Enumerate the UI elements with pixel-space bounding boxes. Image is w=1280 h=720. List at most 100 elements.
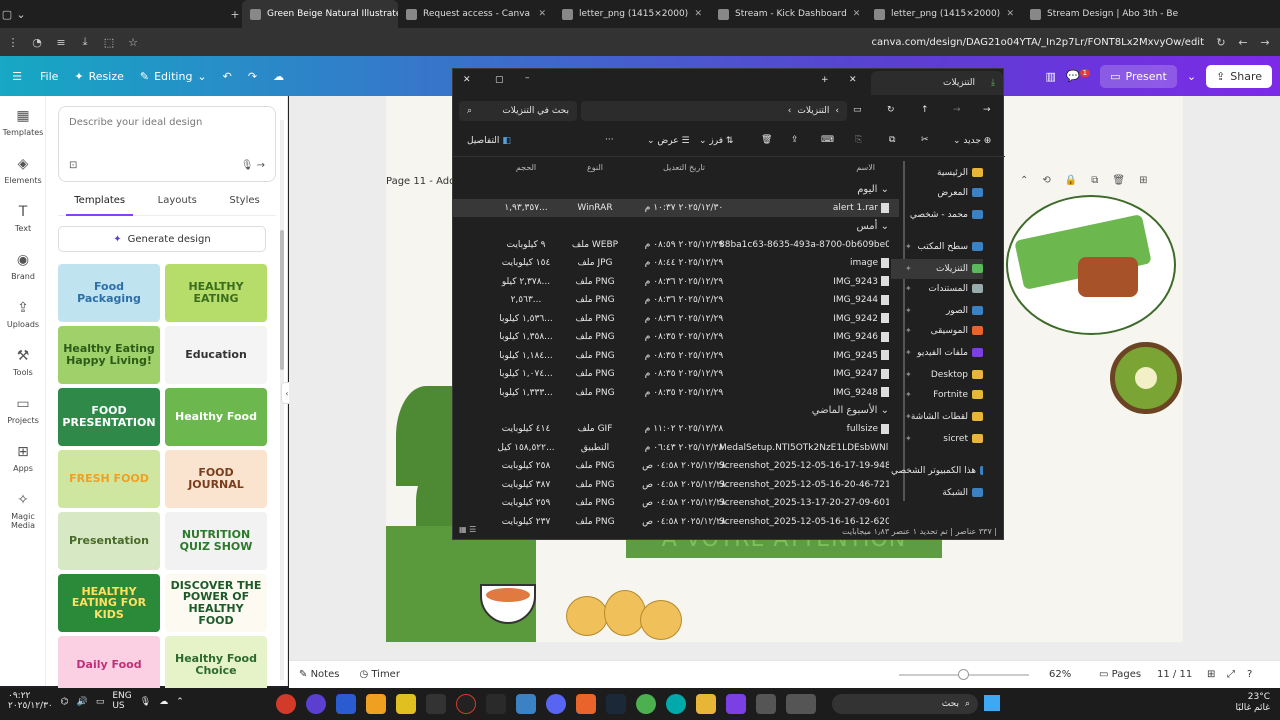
column-type[interactable]: النوع	[565, 159, 625, 177]
notes-button[interactable]: ✎ Notes	[299, 669, 339, 680]
maximize-icon[interactable]: ▢	[495, 75, 504, 85]
tab-styles[interactable]: Styles	[221, 192, 267, 216]
template-thumbnail[interactable]: HEALTHY EATING	[165, 264, 267, 322]
rail-item-tools[interactable]: ⚒ Tools	[0, 348, 46, 377]
app-icon[interactable]	[276, 694, 296, 714]
column-size[interactable]: الحجم	[491, 159, 561, 177]
nav-item[interactable]: محمد - شخصي	[891, 205, 983, 225]
microphone-icon[interactable]: 🎙	[241, 160, 254, 171]
group-header[interactable]: الأسبوع الماضي ⌄	[453, 402, 899, 420]
up-icon[interactable]: ↑	[921, 105, 929, 115]
tools-icon[interactable]: ◔	[30, 35, 44, 49]
extension-icon[interactable]: ⬚	[102, 35, 116, 49]
back-icon[interactable]: →	[983, 105, 991, 115]
file-row[interactable]: IMG_9246 ٢٠٢٥/١٢/٢٩ ٠٨:٣٥ م ملف PNG ١,٣٥٨ ك…	[453, 328, 899, 346]
redo-button[interactable]: ↷	[248, 70, 257, 83]
zoom-percent[interactable]: 62%	[1049, 669, 1071, 680]
close-icon[interactable]: ✕	[853, 9, 861, 19]
file-row[interactable]: MedalSetup.NTI5OTk2NzE1LDEsbWNlbH...٢٠٢٥…	[453, 439, 899, 457]
tab-search-icon[interactable]: ▢	[0, 7, 14, 21]
rail-item-templates[interactable]: ▦ Templates	[0, 108, 46, 137]
nav-item[interactable]: الشبكة	[891, 483, 983, 503]
app-icon[interactable]	[666, 694, 686, 714]
template-thumbnail[interactable]: Healthy Eating Happy Living!	[58, 326, 160, 384]
present-dropdown[interactable]: ⌄	[1187, 70, 1196, 83]
close-icon[interactable]: ✕	[694, 9, 702, 19]
browser-tab[interactable]: Request access - Canva ✕	[398, 0, 554, 28]
rail-item-brand[interactable]: ◉ Brand	[0, 252, 46, 281]
rail-item-uploads[interactable]: ⇪ Uploads	[0, 300, 46, 329]
add-page-icon[interactable]: ⊞	[1139, 175, 1147, 186]
explorer-tab[interactable]: التنزيلات ⤓	[871, 71, 1003, 95]
details-button[interactable]: التفاصيل ◧	[467, 136, 511, 146]
cut-icon[interactable]: ✂	[921, 135, 929, 145]
rename-icon[interactable]: ⌨	[821, 135, 834, 145]
forward-icon[interactable]: →	[1258, 35, 1272, 49]
rail-item-apps[interactable]: ⊞ Apps	[0, 444, 46, 473]
explorer-search[interactable]: بحث في التنزيلات ⌕	[459, 101, 577, 121]
chevron-up-icon[interactable]: ⌃	[176, 697, 184, 707]
template-thumbnail[interactable]: Food Packaging	[58, 264, 160, 322]
browser-tab[interactable]: Stream Design | Abo 3th - Behance✕	[1022, 0, 1178, 28]
present-button[interactable]: ▭ Present	[1100, 64, 1177, 88]
close-icon[interactable]: ✕	[1006, 9, 1014, 19]
template-thumbnail[interactable]: FRESH FOOD	[58, 450, 160, 508]
pages-button[interactable]: ▭ Pages	[1099, 669, 1141, 680]
nav-item[interactable]: الرئيسية	[891, 163, 983, 183]
language-indicator[interactable]: ENG US	[112, 691, 131, 712]
app-icon[interactable]	[786, 694, 816, 714]
app-icon[interactable]	[306, 694, 326, 714]
menu-icon[interactable]: ⋮	[6, 35, 20, 49]
download-icon[interactable]: ⤓	[78, 35, 92, 49]
template-thumbnail[interactable]: NUTRITION QUIZ SHOW	[165, 512, 267, 570]
app-icon[interactable]	[486, 694, 506, 714]
more-icon[interactable]: ···	[605, 135, 614, 145]
file-row[interactable]: Screenshot_2025-13-17-20-27-09-601 ٢٠٢٥/١…	[453, 494, 899, 512]
app-icon[interactable]	[396, 694, 416, 714]
view-toggle-icons[interactable]: ▦ ☰	[459, 525, 476, 534]
panel-scroll-thumb[interactable]	[280, 230, 284, 370]
file-row[interactable]: Screenshot_2025-12-05-16-20-46-721 ٢٠٢٥/١…	[453, 476, 899, 494]
app-icon[interactable]	[366, 694, 386, 714]
battery-icon[interactable]: ▭	[96, 697, 105, 707]
template-thumbnail[interactable]: Education	[165, 326, 267, 384]
app-icon[interactable]	[576, 694, 596, 714]
app-icon[interactable]	[726, 694, 746, 714]
new-button[interactable]: ⌄ جديد ⊕	[953, 136, 991, 146]
duplicate-icon[interactable]: ⧉	[1091, 175, 1098, 186]
image-upload-icon[interactable]: ⊡	[69, 160, 77, 171]
close-icon[interactable]: ✕	[538, 9, 546, 19]
generate-design-button[interactable]: ✦ Generate design	[58, 226, 266, 252]
sort-button[interactable]: ⌄ فرز ⇅	[699, 136, 733, 146]
submit-arrow-icon[interactable]: →	[257, 160, 265, 171]
timer-button[interactable]: ◷ Timer	[359, 669, 400, 680]
copy-icon[interactable]: ⧉	[889, 135, 895, 145]
lock-icon[interactable]: 🔒	[1065, 175, 1077, 186]
group-header[interactable]: اليوم ⌄	[453, 181, 899, 199]
minimize-icon[interactable]: –	[525, 73, 530, 83]
cloud-icon[interactable]: ☁	[159, 697, 168, 707]
weather-widget[interactable]: 23°C غائم غالبًا	[1236, 692, 1270, 714]
new-tab-icon[interactable]: +	[821, 75, 829, 85]
app-icon[interactable]	[696, 694, 716, 714]
rail-item-magic-media[interactable]: ✧ Magic Media	[0, 492, 46, 530]
analytics-icon[interactable]: ▥	[1046, 70, 1056, 83]
refresh-icon[interactable]: ↻	[887, 105, 895, 115]
volume-icon[interactable]: 🔊	[77, 697, 88, 707]
grid-view-icon[interactable]: ⊞	[1207, 669, 1215, 680]
group-header[interactable]: أمس ⌄	[453, 218, 899, 236]
app-icon[interactable]	[456, 694, 476, 714]
comments-icon[interactable]: 💬 1	[1066, 69, 1091, 83]
microphone-icon[interactable]: 🎙	[140, 697, 151, 707]
forward-icon[interactable]: →	[953, 105, 961, 115]
delete-icon[interactable]: 🗑	[1112, 175, 1125, 186]
nav-item[interactable]: هذا الكمبيوتر الشخصي	[891, 461, 983, 481]
file-row[interactable]: IMG_9247 ٢٠٢٥/١٢/٢٩ ٠٨:٣٥ م ملف PNG ١,٠٧٤ ك…	[453, 365, 899, 383]
template-thumbnail[interactable]: Daily Food	[58, 636, 160, 694]
fullscreen-icon[interactable]: ⤢	[1227, 669, 1235, 680]
browser-tab[interactable]: Stream - Kick Dashboard ✕	[710, 0, 866, 28]
app-icon[interactable]	[756, 694, 776, 714]
file-row[interactable]: IMG_9245 ٢٠٢٥/١٢/٢٩ ٠٨:٣٥ م ملف PNG ١,١٨٤ ك…	[453, 347, 899, 365]
app-icon[interactable]	[516, 694, 536, 714]
tab-layouts[interactable]: Layouts	[150, 192, 205, 216]
